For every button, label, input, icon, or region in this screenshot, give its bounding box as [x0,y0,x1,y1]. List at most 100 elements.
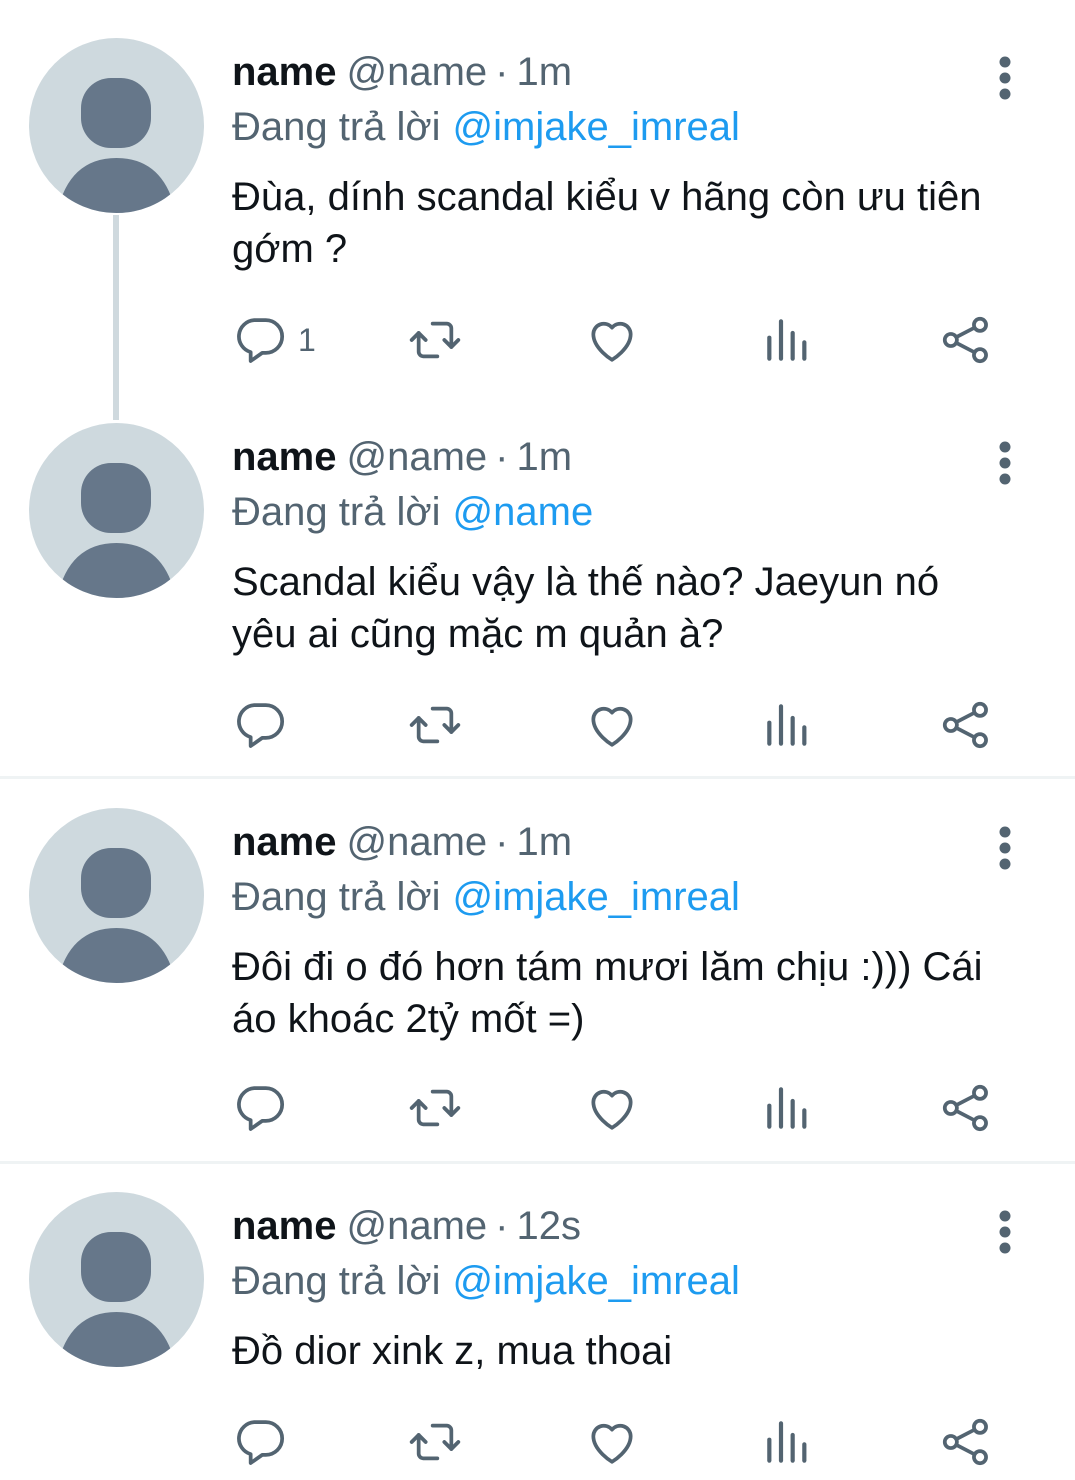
timestamp[interactable]: 1m [517,435,573,479]
share-button[interactable] [938,310,994,370]
timestamp[interactable]: 12s [517,1204,582,1248]
separator-dot: · [495,1204,509,1248]
action-bar: 1 [232,310,1032,370]
replying-to: Đang trả lời @name [232,488,593,536]
action-bar [232,1078,1032,1138]
views-icon [767,319,807,361]
share-button[interactable] [938,1078,994,1138]
views-icon [767,1087,807,1129]
avatar[interactable] [29,423,204,598]
tweet-header: name @name · 1m [232,818,572,866]
retweet-button[interactable] [406,310,464,370]
divider [0,776,1075,779]
views-button[interactable] [760,1412,816,1472]
retweet-icon [409,1423,461,1461]
display-name[interactable]: name [232,50,337,94]
action-bar [232,1412,1032,1472]
more-vertical-icon [999,1210,1011,1254]
views-icon [767,1421,807,1463]
mention-link[interactable]: @imjake_imreal [453,105,740,149]
avatar[interactable] [29,808,204,983]
more-options-button[interactable] [985,1202,1025,1262]
retweet-icon [409,706,461,744]
heart-icon [591,1423,633,1464]
share-icon [942,701,988,749]
reply-icon [237,1086,285,1131]
more-options-button[interactable] [985,433,1025,493]
separator-dot: · [495,435,509,479]
tweet-text: Đùa, dính scandal kiểu v hãng còn ưu tiê… [232,175,982,271]
mention-link[interactable]: @imjake_imreal [453,875,740,919]
display-name[interactable]: name [232,1204,337,1248]
reply-icon [237,703,285,748]
display-name[interactable]: name [232,435,337,479]
mention-link[interactable]: @imjake_imreal [453,1259,740,1303]
reply-button[interactable] [232,1078,298,1138]
tweet-text: Đồ dior xink z, mua thoai [232,1329,673,1373]
share-button[interactable] [938,1412,994,1472]
like-button[interactable] [584,1412,640,1472]
action-bar [232,695,1032,755]
more-options-button[interactable] [985,818,1025,878]
heart-icon [591,1089,633,1130]
more-vertical-icon [999,441,1011,485]
more-vertical-icon [999,826,1011,870]
share-button[interactable] [938,695,994,755]
retweet-icon [409,321,461,359]
handle[interactable]: @name [347,1204,488,1248]
replying-to-label: Đang trả lời [232,875,441,919]
handle[interactable]: @name [347,435,488,479]
reply-icon [237,1420,285,1465]
like-button[interactable] [584,695,640,755]
tweet[interactable]: name @name · 1m Đang trả lời @name Scandal k… [0,423,1075,763]
reply-icon [237,318,285,363]
handle[interactable]: @name [347,50,488,94]
retweet-button[interactable] [406,695,464,755]
tweet-header: name @name · 12s [232,1202,581,1250]
views-icon [767,704,807,746]
separator-dot: · [495,820,509,864]
heart-icon [591,321,633,362]
avatar[interactable] [29,38,204,213]
timestamp[interactable]: 1m [517,820,573,864]
tweet[interactable]: name @name · 1m Đang trả lời @imjake_imreal … [0,808,1075,1148]
retweet-icon [409,1089,461,1127]
tweet-text: Đôi đi o đó hơn tám mươi lăm chịu :))) C… [232,945,983,1041]
replying-to: Đang trả lời @imjake_imreal [232,873,740,921]
reply-button[interactable]: 1 [232,310,316,370]
handle[interactable]: @name [347,820,488,864]
more-options-button[interactable] [985,48,1025,108]
retweet-button[interactable] [406,1078,464,1138]
reply-button[interactable] [232,1412,298,1472]
tweet-text: Scandal kiểu vậy là thế nào? Jaeyun nó y… [232,560,940,656]
tweet[interactable]: name @name · 1m Đang trả lời @imjake_imreal … [0,38,1075,378]
retweet-button[interactable] [406,1412,464,1472]
default-avatar-icon [57,463,176,598]
replying-to: Đang trả lời @imjake_imreal [232,103,740,151]
tweet-header: name @name · 1m [232,48,572,96]
avatar[interactable] [29,1192,204,1367]
heart-icon [591,706,633,747]
share-icon [942,1084,988,1132]
like-button[interactable] [584,310,640,370]
default-avatar-icon [57,1232,176,1367]
share-icon [942,1418,988,1466]
replying-to: Đang trả lời @imjake_imreal [232,1257,740,1305]
views-button[interactable] [760,1078,816,1138]
tweet[interactable]: name @name · 12s Đang trả lời @imjake_imreal… [0,1192,1075,1480]
separator-dot: · [495,50,509,94]
mention-link[interactable]: @name [453,490,594,534]
replying-to-label: Đang trả lời [232,1259,441,1303]
display-name[interactable]: name [232,820,337,864]
default-avatar-icon [57,848,176,983]
tweet-header: name @name · 1m [232,433,572,481]
reply-count: 1 [298,321,316,358]
views-button[interactable] [760,695,816,755]
views-button[interactable] [760,310,816,370]
reply-button[interactable] [232,695,298,755]
replying-to-label: Đang trả lời [232,490,441,534]
timestamp[interactable]: 1m [517,50,573,94]
like-button[interactable] [584,1078,640,1138]
share-icon [942,316,988,364]
replying-to-label: Đang trả lời [232,105,441,149]
